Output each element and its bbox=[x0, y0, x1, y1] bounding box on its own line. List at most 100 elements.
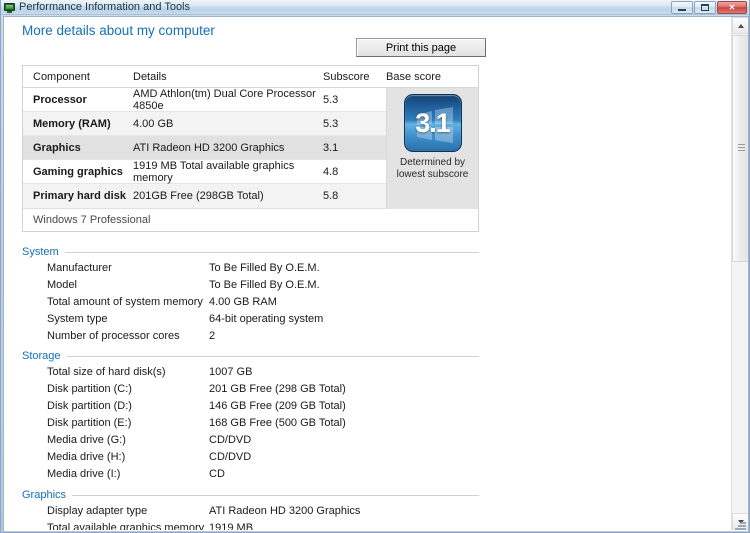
page-content: More details about my computer Print thi… bbox=[4, 17, 731, 530]
performance-score-table: Component Details Subscore Base score Pr… bbox=[22, 65, 479, 232]
detail-value: 146 GB Free (209 GB Total) bbox=[209, 399, 346, 412]
detail-row: Total size of hard disk(s) 1007 GB bbox=[22, 363, 479, 380]
page-header: More details about my computer Print thi… bbox=[4, 17, 731, 57]
detail-value: 2 bbox=[209, 329, 216, 342]
minimize-icon bbox=[678, 9, 686, 11]
detail-row: Media drive (H:) CD/DVD bbox=[22, 448, 479, 465]
maximize-button[interactable] bbox=[694, 1, 716, 14]
detail-row: Disk partition (D:) 146 GB Free (209 GB … bbox=[22, 397, 479, 414]
detail-row: Manufacturer To Be Filled By O.E.M. bbox=[22, 259, 479, 276]
row-component-label: Primary hard disk bbox=[33, 190, 126, 202]
detail-label: Total size of hard disk(s) bbox=[47, 365, 166, 378]
detail-label: Model bbox=[47, 278, 77, 291]
detail-value: 1007 GB bbox=[209, 365, 253, 378]
section-header: System bbox=[22, 245, 479, 259]
detail-row: Number of processor cores 2 bbox=[22, 327, 479, 344]
section-header: Graphics bbox=[22, 488, 479, 502]
operating-system-label: Windows 7 Professional bbox=[23, 208, 478, 231]
scrollbar-grip-icon bbox=[738, 144, 745, 151]
detail-label: Number of processor cores bbox=[47, 329, 180, 342]
detail-label: Manufacturer bbox=[47, 261, 112, 274]
windows-experience-index-badge: 3.1 bbox=[403, 94, 462, 152]
row-subscore-value: 5.8 bbox=[323, 190, 339, 202]
detail-value: 1919 MB bbox=[209, 521, 254, 531]
detail-label: Disk partition (E:) bbox=[47, 416, 132, 429]
section-title: System bbox=[22, 246, 59, 258]
section-title: Storage bbox=[22, 350, 61, 362]
close-button[interactable]: ✕ bbox=[717, 1, 747, 14]
row-component-label: Graphics bbox=[33, 141, 81, 154]
section-header: Storage bbox=[22, 349, 479, 363]
row-subscore-value: 4.8 bbox=[323, 165, 339, 178]
print-this-page-button[interactable]: Print this page bbox=[356, 38, 486, 57]
row-details-value: AMD Athlon(tm) Dual Core Processor 4850e bbox=[133, 87, 316, 112]
window-titlebar[interactable]: Performance Information and Tools ✕ bbox=[1, 0, 749, 15]
detail-row: Total available graphics memory 1919 MB bbox=[22, 519, 479, 531]
detail-label: Display adapter type bbox=[47, 504, 148, 517]
window-title: Performance Information and Tools bbox=[19, 0, 190, 13]
detail-row: Total amount of system memory 4.00 GB RA… bbox=[22, 293, 479, 310]
section-storage: Storage Total size of hard disk(s) 1007 … bbox=[22, 349, 479, 482]
detail-label: Media drive (I:) bbox=[47, 467, 121, 480]
computer-monitor-icon bbox=[4, 2, 15, 13]
detail-label: Media drive (G:) bbox=[47, 433, 126, 446]
detail-value: CD bbox=[209, 467, 225, 480]
row-subscore-value: 5.3 bbox=[323, 93, 339, 106]
window-client-area: More details about my computer Print thi… bbox=[3, 16, 749, 531]
detail-label: Total amount of system memory bbox=[47, 295, 203, 308]
base-score-caption-line-1: Determined by bbox=[399, 157, 466, 168]
detail-row: Disk partition (C:) 201 GB Free (298 GB … bbox=[22, 380, 479, 397]
detail-row: System type 64-bit operating system bbox=[22, 310, 479, 327]
detail-value: To Be Filled By O.E.M. bbox=[209, 278, 320, 291]
column-header-component: Component bbox=[33, 70, 90, 83]
row-component-label: Memory (RAM) bbox=[33, 117, 111, 130]
detail-label: Media drive (H:) bbox=[47, 450, 126, 463]
base-score-panel: 3.1 Determined by lowest subscore bbox=[386, 88, 478, 209]
detail-row: Disk partition (E:) 168 GB Free (500 GB … bbox=[22, 414, 479, 431]
scroll-up-arrow-icon bbox=[737, 23, 744, 28]
row-subscore-value: 5.3 bbox=[323, 117, 339, 130]
maximize-icon bbox=[701, 4, 709, 11]
scrollbar-thumb[interactable] bbox=[732, 35, 748, 262]
row-details-value: ATI Radeon HD 3200 Graphics bbox=[133, 141, 285, 154]
row-details-value: 1919 MB Total available graphics memory bbox=[133, 159, 295, 184]
detail-value: CD/DVD bbox=[209, 450, 252, 463]
column-header-base-score: Base score bbox=[386, 70, 442, 83]
resize-grip[interactable] bbox=[734, 518, 746, 530]
detail-value: 168 GB Free (500 GB Total) bbox=[209, 416, 346, 429]
row-subscore-value: 3.1 bbox=[323, 141, 339, 154]
close-icon: ✕ bbox=[728, 2, 736, 12]
detail-row: Model To Be Filled By O.E.M. bbox=[22, 276, 479, 293]
section-graphics: Graphics Display adapter type ATI Radeon… bbox=[22, 488, 479, 530]
page-title: More details about my computer bbox=[22, 23, 215, 38]
detail-value: 64-bit operating system bbox=[209, 312, 324, 325]
performance-information-window: Performance Information and Tools ✕ More… bbox=[0, 0, 750, 533]
window-controls: ✕ bbox=[670, 1, 747, 14]
detail-label: Disk partition (D:) bbox=[47, 399, 132, 412]
section-title: Graphics bbox=[22, 489, 67, 501]
column-header-subscore: Subscore bbox=[323, 70, 370, 83]
section-divider bbox=[64, 251, 479, 253]
base-score-caption-line-2: lowest subscore bbox=[396, 169, 469, 180]
detail-label: Total available graphics memory bbox=[47, 521, 205, 531]
row-component-label: Processor bbox=[33, 93, 87, 106]
section-divider bbox=[66, 355, 479, 357]
row-details-value: 4.00 GB bbox=[133, 117, 174, 130]
detail-value: ATI Radeon HD 3200 Graphics bbox=[209, 504, 361, 517]
detail-row: Media drive (G:) CD/DVD bbox=[22, 431, 479, 448]
detail-value: 201 GB Free (298 GB Total) bbox=[209, 382, 346, 395]
minimize-button[interactable] bbox=[671, 1, 693, 14]
detail-value: 4.00 GB RAM bbox=[209, 295, 277, 308]
scroll-up-button[interactable] bbox=[732, 17, 748, 34]
section-system: System Manufacturer To Be Filled By O.E.… bbox=[22, 245, 479, 344]
base-score-caption: Determined by lowest subscore bbox=[390, 157, 476, 181]
vertical-scrollbar[interactable] bbox=[731, 17, 748, 530]
detail-value: CD/DVD bbox=[209, 433, 252, 446]
detail-label: Disk partition (C:) bbox=[47, 382, 132, 395]
row-component-label: Gaming graphics bbox=[33, 165, 123, 178]
detail-row: Display adapter type ATI Radeon HD 3200 … bbox=[22, 502, 479, 519]
column-header-details: Details bbox=[133, 70, 167, 83]
base-score-value: 3.1 bbox=[415, 107, 451, 138]
detail-value: To Be Filled By O.E.M. bbox=[209, 261, 320, 274]
detail-row: Media drive (I:) CD bbox=[22, 465, 479, 482]
